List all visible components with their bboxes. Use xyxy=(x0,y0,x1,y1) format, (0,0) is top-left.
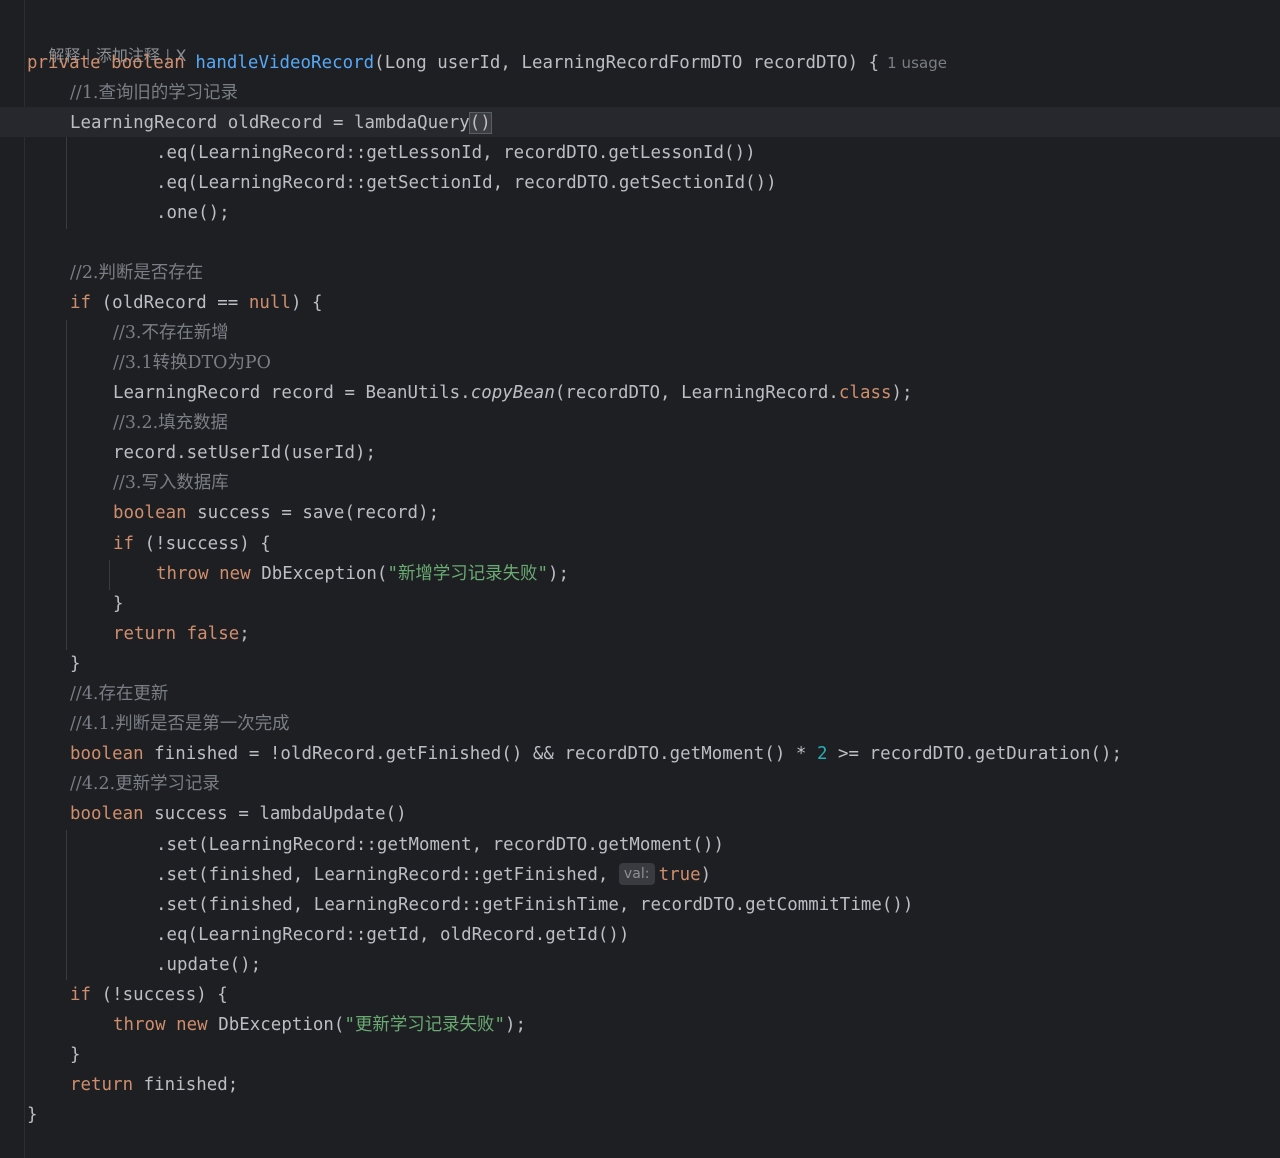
gutter-divider xyxy=(24,0,25,1158)
matched-paren: () xyxy=(468,112,492,134)
code-line: throw new DbException("更新学习记录失败"); xyxy=(113,1010,526,1040)
code-comment: //2.判断是否存在 xyxy=(70,258,203,288)
code-comment: //4.1.判断是否是第一次完成 xyxy=(70,709,290,739)
code-line: if (!success) { xyxy=(70,980,228,1010)
keyword: return xyxy=(70,1075,134,1095)
code-line: return false; xyxy=(113,619,250,649)
code-line: .eq(LearningRecord::getLessonId, recordD… xyxy=(156,143,756,163)
string-literal: "新增学习记录失败" xyxy=(387,564,549,584)
comment-text: //2.判断是否存在 xyxy=(70,263,204,283)
parameter-hint: val: xyxy=(618,863,655,885)
comment-text: //4.存在更新 xyxy=(70,684,169,704)
code-text: (recordDTO, LearningRecord. xyxy=(554,383,839,403)
keyword: if xyxy=(70,293,92,313)
indent-guide xyxy=(66,320,67,650)
code-text: (Long userId, LearningRecordFormDTO reco… xyxy=(374,53,880,73)
code-text: (!success) { xyxy=(134,534,271,554)
code-text: ) xyxy=(700,865,712,885)
code-text: LearningRecord oldRecord = lambdaQuery xyxy=(70,113,470,133)
code-line: LearningRecord oldRecord = lambdaQuery() xyxy=(70,108,492,138)
method-name: handleVideoRecord xyxy=(195,53,375,73)
keyword: private boolean xyxy=(27,53,196,73)
code-text: success = lambdaUpdate() xyxy=(143,804,407,824)
code-comment: //3.1转换DTO为PO xyxy=(113,348,271,378)
code-line: return finished; xyxy=(70,1070,238,1100)
code-text: DbException( xyxy=(207,1015,345,1035)
keyword: throw new xyxy=(113,1015,208,1035)
code-text: success = save(record); xyxy=(186,503,440,523)
code-text: .set(finished, LearningRecord::getFinish… xyxy=(156,865,619,885)
code-line: if (oldRecord == null) { xyxy=(70,288,323,318)
keyword: throw new xyxy=(156,564,251,584)
code-line: boolean finished = !oldRecord.getFinishe… xyxy=(70,739,1122,769)
indent-guide xyxy=(66,137,67,229)
code-comment: //3.写入数据库 xyxy=(113,468,229,498)
code-comment: //1.查询旧的学习记录 xyxy=(70,78,238,108)
code-line: throw new DbException("新增学习记录失败"); xyxy=(156,559,569,589)
code-line: .set(LearningRecord::getMoment, recordDT… xyxy=(156,835,725,855)
keyword: if xyxy=(113,534,135,554)
comment-text: //3.1转换DTO为PO xyxy=(113,353,271,373)
code-line: .eq(LearningRecord::getSectionId, record… xyxy=(156,173,777,193)
code-text: DbException( xyxy=(250,564,388,584)
closing-brace: } xyxy=(70,1045,81,1065)
code-line: .set(finished, LearningRecord::getFinish… xyxy=(156,895,914,915)
code-comment: //4.存在更新 xyxy=(70,679,168,709)
keyword: boolean xyxy=(70,744,144,764)
closing-brace: } xyxy=(27,1105,38,1125)
code-text: (!success) { xyxy=(91,985,228,1005)
code-text: ); xyxy=(505,1015,527,1035)
code-text: ); xyxy=(891,383,913,403)
keyword: boolean xyxy=(70,804,144,824)
code-comment: //3.2.填充数据 xyxy=(113,408,228,438)
code-line: .set(finished, LearningRecord::getFinish… xyxy=(156,860,711,890)
keyword: return false xyxy=(113,624,240,644)
comment-text: //4.2.更新学习记录 xyxy=(70,774,220,794)
code-line: boolean success = lambdaUpdate() xyxy=(70,799,407,829)
closing-brace: } xyxy=(113,594,124,614)
code-line: LearningRecord record = BeanUtils.copyBe… xyxy=(113,378,913,408)
code-text: finished; xyxy=(133,1075,239,1095)
code-text: ; xyxy=(239,624,250,644)
keyword: class xyxy=(838,383,892,403)
keyword: if xyxy=(70,985,92,1005)
code-text: LearningRecord record = BeanUtils. xyxy=(113,383,471,403)
code-text: ) { xyxy=(290,293,323,313)
usage-hint[interactable]: 1 usage xyxy=(887,54,947,72)
code-text: finished = !oldRecord.getFinished() && r… xyxy=(143,744,817,764)
string-literal: "更新学习记录失败" xyxy=(344,1015,506,1035)
indent-guide xyxy=(66,830,67,980)
code-comment: //4.2.更新学习记录 xyxy=(70,769,220,799)
code-comment: //3.不存在新增 xyxy=(113,318,229,348)
closing-brace: } xyxy=(70,654,81,674)
code-line: .one(); xyxy=(156,203,230,223)
code-text: >= recordDTO.getDuration(); xyxy=(827,744,1123,764)
code-line: if (!success) { xyxy=(113,529,271,559)
code-line: .update(); xyxy=(156,955,262,975)
code-line: private boolean handleVideoRecord(Long u… xyxy=(27,48,947,78)
code-editor[interactable]: 解释 | 添加注释 | X private boolean handleVide… xyxy=(0,0,1280,1158)
keyword: null xyxy=(248,293,291,313)
comment-text: //4.1.判断是否是第一次完成 xyxy=(70,714,290,734)
keyword: boolean xyxy=(113,503,187,523)
indent-guide xyxy=(109,560,110,590)
keyword: true xyxy=(658,865,701,885)
code-text: ); xyxy=(548,564,570,584)
code-text: (oldRecord == xyxy=(91,293,249,313)
number-literal: 2 xyxy=(816,744,828,764)
comment-text: //3.2.填充数据 xyxy=(113,413,228,433)
code-line: boolean success = save(record); xyxy=(113,498,439,528)
code-line: .eq(LearningRecord::getId, oldRecord.get… xyxy=(156,925,630,945)
code-line: record.setUserId(userId); xyxy=(113,443,377,463)
comment-text: //3.写入数据库 xyxy=(113,473,229,493)
comment-text: //1.查询旧的学习记录 xyxy=(70,83,239,103)
comment-text: //3.不存在新增 xyxy=(113,323,229,343)
static-method: copyBean xyxy=(470,383,555,403)
